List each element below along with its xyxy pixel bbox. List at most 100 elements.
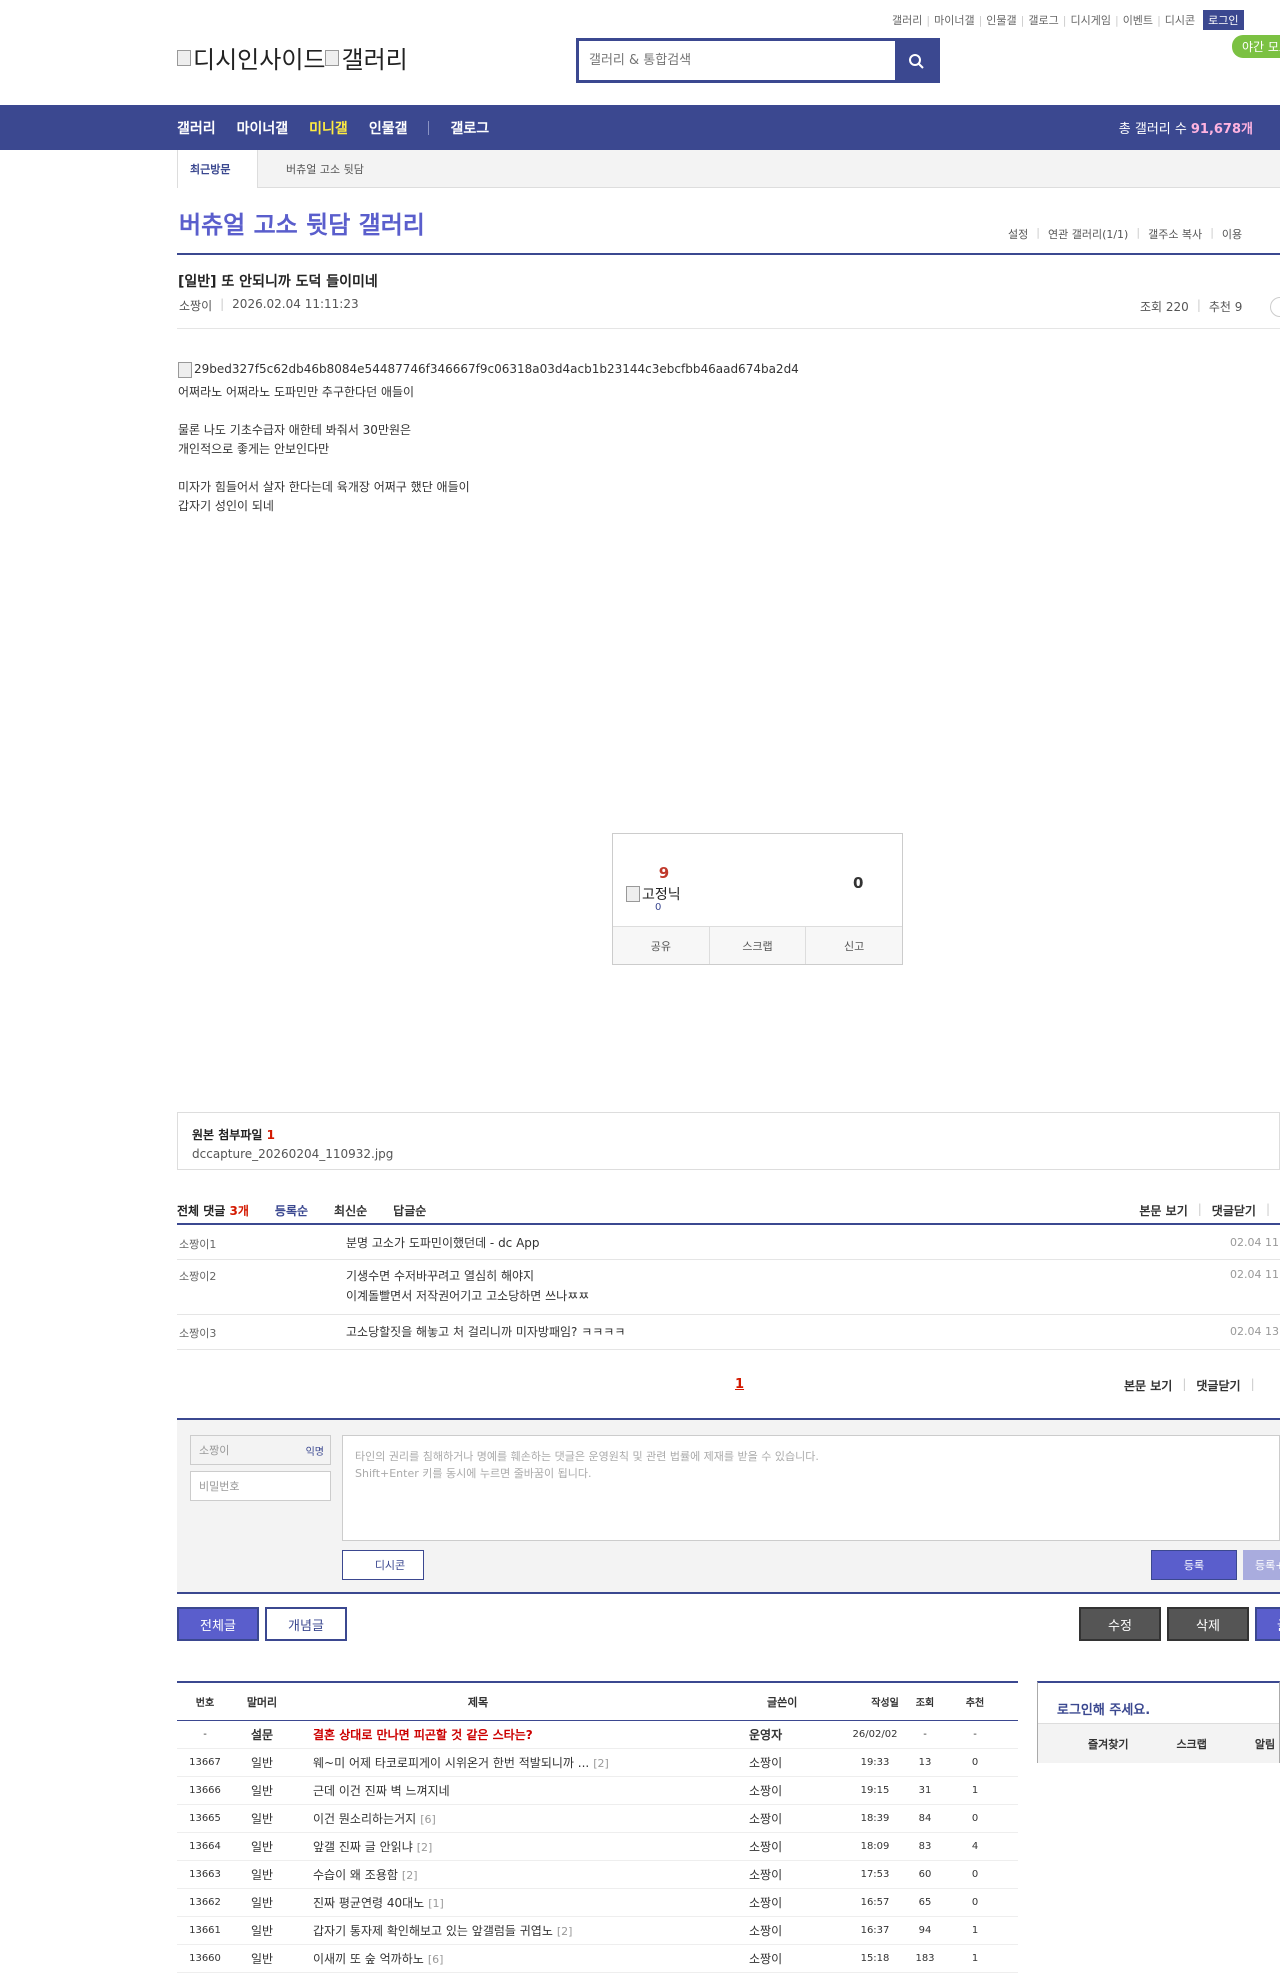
util-link-dccon[interactable]: 디시콘 [1165, 12, 1195, 28]
comment-date: 02.04 11:34:21 [1230, 1236, 1280, 1249]
related-gallery-link[interactable]: 연관 갤러리(1/1) [1048, 226, 1128, 242]
reply-count[interactable]: [2] [557, 1925, 573, 1938]
util-link-event[interactable]: 이벤트 [1123, 12, 1153, 28]
view-post-link[interactable]: 본문 보기 [1124, 1377, 1172, 1394]
delete-button[interactable]: 삭제 [1167, 1607, 1249, 1641]
post-title-link[interactable]: 근데 이건 진짜 벽 느껴지네 [313, 1782, 643, 1799]
post-list-row[interactable]: 13661 일반 갑자기 통자제 확인해보고 있는 앞갤럼들 귀엽노 [2] 소짱이 16… [177, 1917, 1018, 1945]
comment-nick[interactable]: 소짱이1 [179, 1236, 216, 1252]
write-button[interactable]: 글쓰기 [1255, 1607, 1280, 1641]
share-button[interactable]: 공유 [613, 927, 710, 964]
nav-minor[interactable]: 마이너갤 [237, 118, 289, 138]
util-link-minor[interactable]: 마이너갤 [934, 12, 974, 28]
reply-count[interactable]: [2] [417, 1841, 433, 1854]
usage-link[interactable]: 이용 [1222, 226, 1242, 242]
post-title-link[interactable]: 결혼 상대로 만나면 피곤할 것 같은 스타는? [313, 1726, 643, 1743]
tab-alerts[interactable]: 알림 [1255, 1736, 1275, 1752]
post-list-row[interactable]: 13660 일반 이새끼 또 숲 억까하노 [6] 소짱이 15:18 183 1 [177, 1945, 1018, 1973]
comment-textarea[interactable]: 타인의 권리를 침해하거나 명예를 훼손하는 댓글은 운영원칙 및 관련 법률에… [342, 1435, 1280, 1541]
dccon-button[interactable]: 디시콘 [342, 1550, 424, 1580]
post-list-row[interactable]: - 설문 결혼 상대로 만나면 피곤할 것 같은 스타는? 운영자 26/02/02 - - [177, 1721, 1018, 1749]
fixed-nick-recommend: 고정닉 [626, 884, 681, 904]
nav-gallog[interactable]: 갤로그 [450, 118, 489, 138]
nav-gallery[interactable]: 갤러리 [177, 118, 216, 138]
comment-nick[interactable]: 소짱이3 [179, 1325, 216, 1341]
post-list-row[interactable]: 13667 일반 웨~미 어제 타코로피게이 시위온거 한번 적발되니까 ... [2… [177, 1749, 1018, 1777]
post-list-row[interactable]: 13665 일반 이건 뭔소리하는거지 [6] 소짱이 18:39 84 0 [177, 1805, 1018, 1833]
post-title-link[interactable]: 수습이 왜 조용함 [2] [313, 1866, 643, 1883]
comment-nick[interactable]: 소짱이2 [179, 1268, 216, 1284]
copy-address-link[interactable]: 갤주소 복사 [1148, 226, 1202, 242]
edit-button[interactable]: 수정 [1079, 1607, 1161, 1641]
post-title-link[interactable]: 이건 뭔소리하는거지 [6] [313, 1810, 643, 1827]
post-writer[interactable]: 운영자 [749, 1726, 819, 1743]
attachment-file-link[interactable]: dccapture_20260204_110932.jpg [192, 1147, 1265, 1161]
all-posts-button[interactable]: 전체글 [177, 1607, 259, 1641]
post-list-row[interactable]: 13666 일반 근데 이건 진짜 벽 느껴지네 소짱이 19:15 31 1 [177, 1777, 1018, 1805]
reply-count[interactable]: [2] [593, 1757, 609, 1770]
gallery-settings-link[interactable]: 설정 [1008, 226, 1028, 242]
post-title: [일반] 또 안되니까 도덕 들이미네 [178, 274, 378, 290]
post-title-link[interactable]: 갑자기 통자제 확인해보고 있는 앞갤럼들 귀엽노 [2] [313, 1922, 643, 1939]
night-mode-toggle[interactable]: 야간 모드 [1232, 35, 1280, 58]
page-current[interactable]: 1 [735, 1377, 744, 1392]
post-writer[interactable]: 소짱이 [749, 1810, 819, 1827]
post-list-row[interactable]: 13664 일반 앞갤 진짜 글 안읽냐 [2] 소짱이 18:09 83 4 [177, 1833, 1018, 1861]
reply-count[interactable]: [6] [428, 1953, 444, 1966]
nav-person[interactable]: 인물갤 [369, 118, 408, 138]
util-link-gallog[interactable]: 갤로그 [1028, 12, 1058, 28]
password-field[interactable]: 비밀번호 [190, 1471, 331, 1501]
reply-count[interactable]: [2] [402, 1869, 418, 1882]
util-link-gallery[interactable]: 갤러리 [892, 12, 922, 28]
post-writer[interactable]: 소짱이 [749, 1866, 819, 1883]
post-writer[interactable]: 소짱이 [749, 1782, 819, 1799]
post-author[interactable]: 소짱이 [179, 297, 212, 314]
close-comments-link[interactable]: 댓글닫기 [1212, 1202, 1256, 1219]
post-title-link[interactable]: 진짜 평균연령 40대노 [1] [313, 1894, 643, 1911]
reply-count[interactable]: [1] [428, 1897, 444, 1910]
post-writer[interactable]: 소짱이 [749, 1894, 819, 1911]
nav-mini[interactable]: 미니갤 [309, 118, 348, 138]
post-list-row[interactable]: 13662 일반 진짜 평균연령 40대노 [1] 소짱이 16:57 65 0 [177, 1889, 1018, 1917]
post-recommend: 4 [971, 1841, 979, 1852]
nickname-field[interactable]: 소짱이 익명 [190, 1435, 331, 1465]
view-post-link[interactable]: 본문 보기 [1139, 1202, 1187, 1219]
post-writer[interactable]: 소짱이 [749, 1922, 819, 1939]
submit-recommend-button[interactable]: 등록+추천 [1243, 1550, 1280, 1580]
sort-latest[interactable]: 최신순 [334, 1202, 367, 1219]
gallery-title[interactable]: 버츄얼 고소 뒷담 갤러리 [179, 205, 425, 240]
recent-item[interactable]: 버츄얼 고소 뒷담 [258, 161, 364, 177]
util-link-person[interactable]: 인물갤 [986, 12, 1016, 28]
post-title-link[interactable]: 웨~미 어제 타코로피게이 시위온거 한번 적발되니까 ... [2] [313, 1754, 643, 1771]
recommend-down-count[interactable]: 0 [853, 874, 863, 892]
post-writer[interactable]: 소짱이 [749, 1950, 819, 1967]
sort-registered[interactable]: 등록순 [275, 1202, 308, 1219]
post-image[interactable]: 29bed327f5c62db46b8084e54487746f346667f9… [178, 360, 1078, 379]
tab-favorites[interactable]: 즐겨찾기 [1088, 1736, 1128, 1752]
login-button[interactable]: 로그인 [1203, 10, 1244, 30]
reply-count[interactable]: [6] [420, 1813, 436, 1826]
post-writer[interactable]: 소짱이 [749, 1838, 819, 1855]
login-prompt[interactable]: 로그인해 주세요. [1057, 1699, 1150, 1718]
report-button[interactable]: 신고 [806, 927, 902, 964]
post-list-row[interactable]: 13663 일반 수습이 왜 조용함 [2] 소짱이 17:53 60 0 [177, 1861, 1018, 1889]
post-writer[interactable]: 소짱이 [749, 1754, 819, 1771]
util-link-dcgame[interactable]: 디시게임 [1070, 12, 1110, 28]
post-title-link[interactable]: 앞갤 진짜 글 안읽냐 [2] [313, 1838, 643, 1855]
site-logo[interactable]: 디시인사이드 갤러리 [177, 40, 408, 75]
post-views: 13 [918, 1757, 932, 1768]
sort-replies[interactable]: 답글순 [393, 1202, 426, 1219]
tab-scrap[interactable]: 스크랩 [1176, 1736, 1206, 1752]
post-head: 일반 [250, 1840, 274, 1854]
comments-total-label: 전체 댓글 [177, 1203, 226, 1218]
search-input[interactable] [579, 41, 895, 80]
submit-comment-button[interactable]: 등록 [1151, 1550, 1237, 1580]
search-button[interactable] [895, 41, 937, 80]
comment-item: 소짱이3 고소당할짓을 해놓고 처 걸리니까 미자방패임? ㅋㅋㅋㅋ 02.04… [177, 1316, 1280, 1350]
recommend-up-count[interactable]: 9 [653, 864, 675, 882]
scrap-button[interactable]: 스크랩 [710, 927, 807, 964]
post-more-button[interactable] [1270, 297, 1280, 317]
close-comments-link[interactable]: 댓글닫기 [1196, 1377, 1240, 1394]
post-title-link[interactable]: 이새끼 또 숲 억까하노 [6] [313, 1950, 643, 1967]
concept-posts-button[interactable]: 개념글 [265, 1607, 347, 1641]
